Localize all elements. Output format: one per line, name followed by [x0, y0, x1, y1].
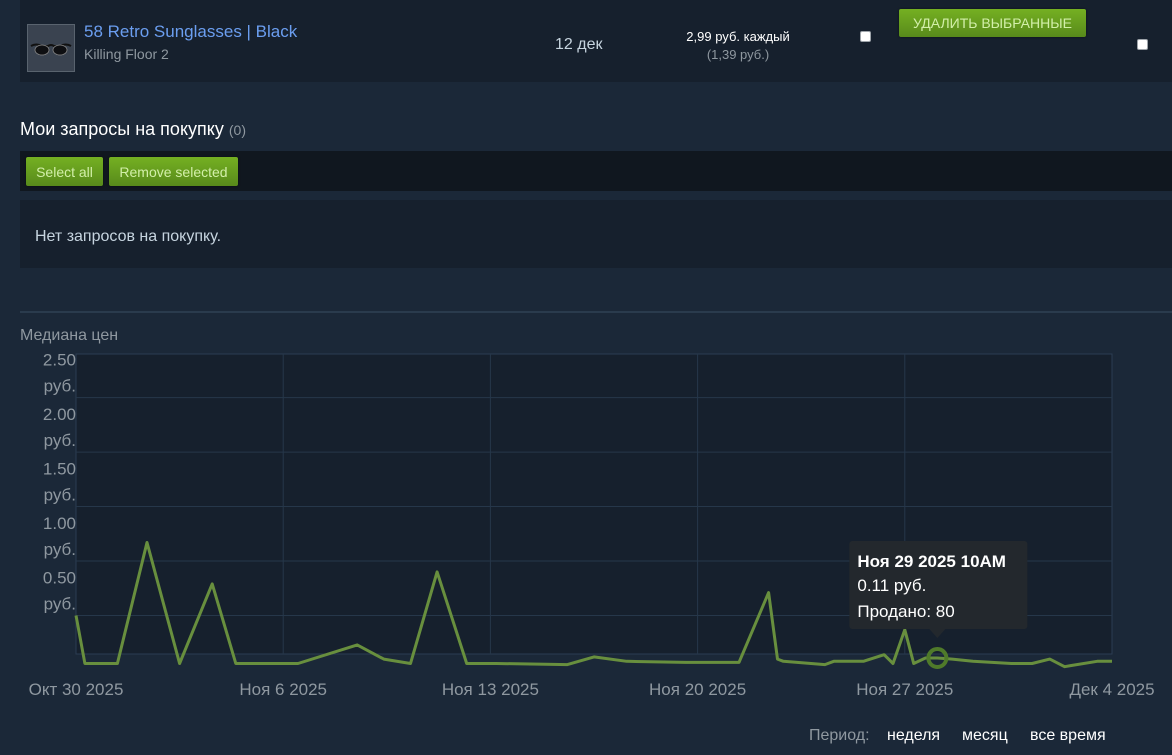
y-tick-label: 0.50	[43, 569, 76, 588]
y-tick-unit-label: руб.	[44, 431, 76, 450]
buy-orders-title: Мои запросы на покупку	[20, 119, 224, 139]
y-axis-labels: 2.50 руб. 2.00 руб. 1.50 руб. 1.00 руб. 0.50 руб.	[43, 351, 76, 614]
x-tick-label: Ноя 6 2025	[239, 680, 327, 699]
period-week-link[interactable]: неделя	[887, 727, 940, 745]
y-tick-label: 2.00	[43, 405, 76, 424]
x-tick-label: Ноя 13 2025	[442, 680, 539, 699]
buy-orders-heading: Мои запросы на покупку (0)	[20, 119, 246, 140]
tooltip-date: Ноя 29 2025 10AM	[857, 552, 1006, 571]
y-tick-label: 1.00	[43, 514, 76, 533]
item-name-link[interactable]: 58 Retro Sunglasses | Black	[84, 22, 297, 42]
empty-message: Нет запросов на покупку.	[35, 228, 222, 245]
my-listing-row: 58 Retro Sunglasses | Black Killing Floo…	[20, 0, 1172, 82]
y-tick-label: 2.50	[43, 351, 76, 370]
listing-date: 12 дек	[555, 36, 603, 53]
y-tick-unit-label: руб.	[44, 377, 76, 396]
listing-price-sub: (1,39 руб.)	[706, 47, 770, 62]
section-divider	[20, 311, 1172, 313]
price-history-chart[interactable]: 2.50 руб. 2.00 руб. 1.50 руб. 1.00 руб. 0.50 руб.…	[0, 340, 1172, 700]
sunglasses-icon	[30, 43, 72, 56]
x-tick-label: Дек 4 2025	[1069, 680, 1154, 699]
tooltip-sold: Продано: 80	[857, 602, 954, 621]
buy-orders-empty-box: Нет запросов на покупку.	[20, 200, 1172, 268]
item-game-name: Killing Floor 2	[84, 46, 169, 62]
listing-price: 2,99 руб. каждый	[686, 29, 790, 44]
y-tick-unit-label: руб.	[44, 540, 76, 559]
remove-selected-button[interactable]: Remove selected	[109, 157, 238, 186]
y-tick-unit-label: руб.	[44, 595, 76, 614]
item-image[interactable]	[27, 24, 75, 72]
listing-checkbox[interactable]	[860, 31, 871, 42]
chart-tooltip: Ноя 29 2025 10AM 0.11 руб. Продано: 80	[849, 541, 1028, 639]
remove-selected-listings-button[interactable]: УДАЛИТЬ ВЫБРАННЫЕ	[899, 9, 1086, 37]
x-axis-labels: Окт 30 2025 Ноя 6 2025 Ноя 13 2025 Ноя 20 2…	[29, 680, 1155, 699]
x-tick-label: Окт 30 2025	[29, 680, 124, 699]
period-month-link[interactable]: месяц	[962, 727, 1008, 745]
tooltip-price: 0.11 руб.	[857, 576, 926, 595]
x-tick-label: Ноя 27 2025	[856, 680, 953, 699]
x-tick-label: Ноя 20 2025	[649, 680, 746, 699]
select-all-listings-checkbox[interactable]	[1137, 39, 1148, 50]
y-tick-unit-label: руб.	[44, 486, 76, 505]
period-all-time-link[interactable]: все время	[1030, 727, 1106, 745]
buy-orders-count: (0)	[228, 122, 246, 138]
y-tick-label: 1.50	[43, 460, 76, 479]
buy-orders-toolbar: Select all Remove selected	[20, 151, 1172, 191]
period-label: Период:	[809, 727, 870, 744]
select-all-button[interactable]: Select all	[26, 157, 103, 186]
